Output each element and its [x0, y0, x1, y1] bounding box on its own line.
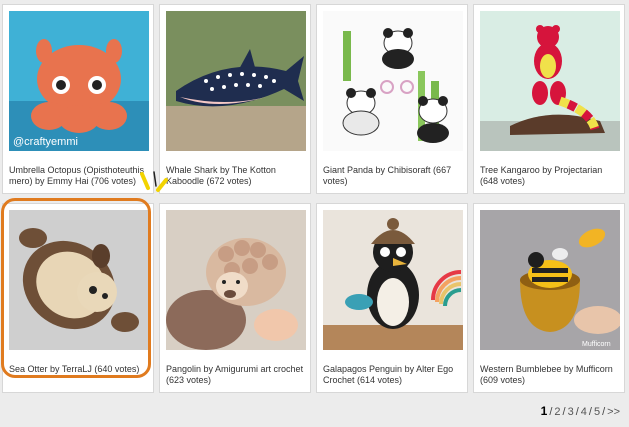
- umbrella-octopus-image[interactable]: @craftyemmi: [9, 11, 149, 151]
- page-1-current: 1: [540, 404, 548, 418]
- card-caption[interactable]: Giant Panda by Chibisoraft (667 votes): [323, 165, 465, 187]
- sparkle-icon: [140, 171, 168, 192]
- gallery-card-galapagos-penguin[interactable]: Galapagos Penguin by Alter Ego Crochet (…: [316, 203, 468, 393]
- page-separator: /: [575, 406, 579, 418]
- gallery-card-tree-kangaroo[interactable]: Tree Kangaroo by Projectarian (648 votes…: [473, 4, 625, 194]
- tree-kangaroo-image[interactable]: [480, 11, 620, 151]
- selection-highlight: [1, 198, 151, 378]
- card-caption[interactable]: Whale Shark by The Kotton Kaboodle (672 …: [166, 165, 308, 187]
- card-caption[interactable]: Umbrella Octopus (Opisthoteuthis mero) b…: [9, 165, 151, 187]
- card-caption[interactable]: Western Bumblebee by Mufficorn (609 vote…: [480, 364, 622, 386]
- page-4-link[interactable]: 4: [581, 406, 587, 418]
- whale-shark-image[interactable]: [166, 11, 306, 151]
- photo-watermark: @craftyemmi: [13, 136, 78, 148]
- pagination: 1/2/3/4/5/>>: [540, 404, 621, 418]
- gallery-card-western-bumblebee[interactable]: Mufficorn Western Bumblebee by Mufficorn…: [473, 203, 625, 393]
- giant-panda-image[interactable]: [323, 11, 463, 151]
- gallery-card-giant-panda[interactable]: Giant Panda by Chibisoraft (667 votes): [316, 4, 468, 194]
- page-5-link[interactable]: 5: [594, 406, 600, 418]
- page-separator: /: [562, 406, 566, 418]
- page-separator: /: [588, 406, 592, 418]
- next-page-link[interactable]: >>: [607, 406, 620, 418]
- photo-watermark: Mufficorn: [582, 341, 611, 348]
- page-separator: /: [549, 406, 553, 418]
- gallery-card-whale-shark[interactable]: Whale Shark by The Kotton Kaboodle (672 …: [159, 4, 311, 194]
- page-2-link[interactable]: 2: [554, 406, 560, 418]
- card-caption[interactable]: Pangolin by Amigurumi art crochet (623 v…: [166, 364, 308, 386]
- card-caption[interactable]: Galapagos Penguin by Alter Ego Crochet (…: [323, 364, 465, 386]
- western-bumblebee-image[interactable]: Mufficorn: [480, 210, 620, 350]
- pangolin-image[interactable]: [166, 210, 306, 350]
- galapagos-penguin-image[interactable]: [323, 210, 463, 350]
- page-3-link[interactable]: 3: [568, 406, 574, 418]
- gallery-card-umbrella-octopus[interactable]: @craftyemmi Umbrella Octopus (Opisthoteu…: [2, 4, 154, 194]
- card-caption[interactable]: Tree Kangaroo by Projectarian (648 votes…: [480, 165, 622, 187]
- gallery-card-pangolin[interactable]: Pangolin by Amigurumi art crochet (623 v…: [159, 203, 311, 393]
- page-separator: /: [602, 406, 606, 418]
